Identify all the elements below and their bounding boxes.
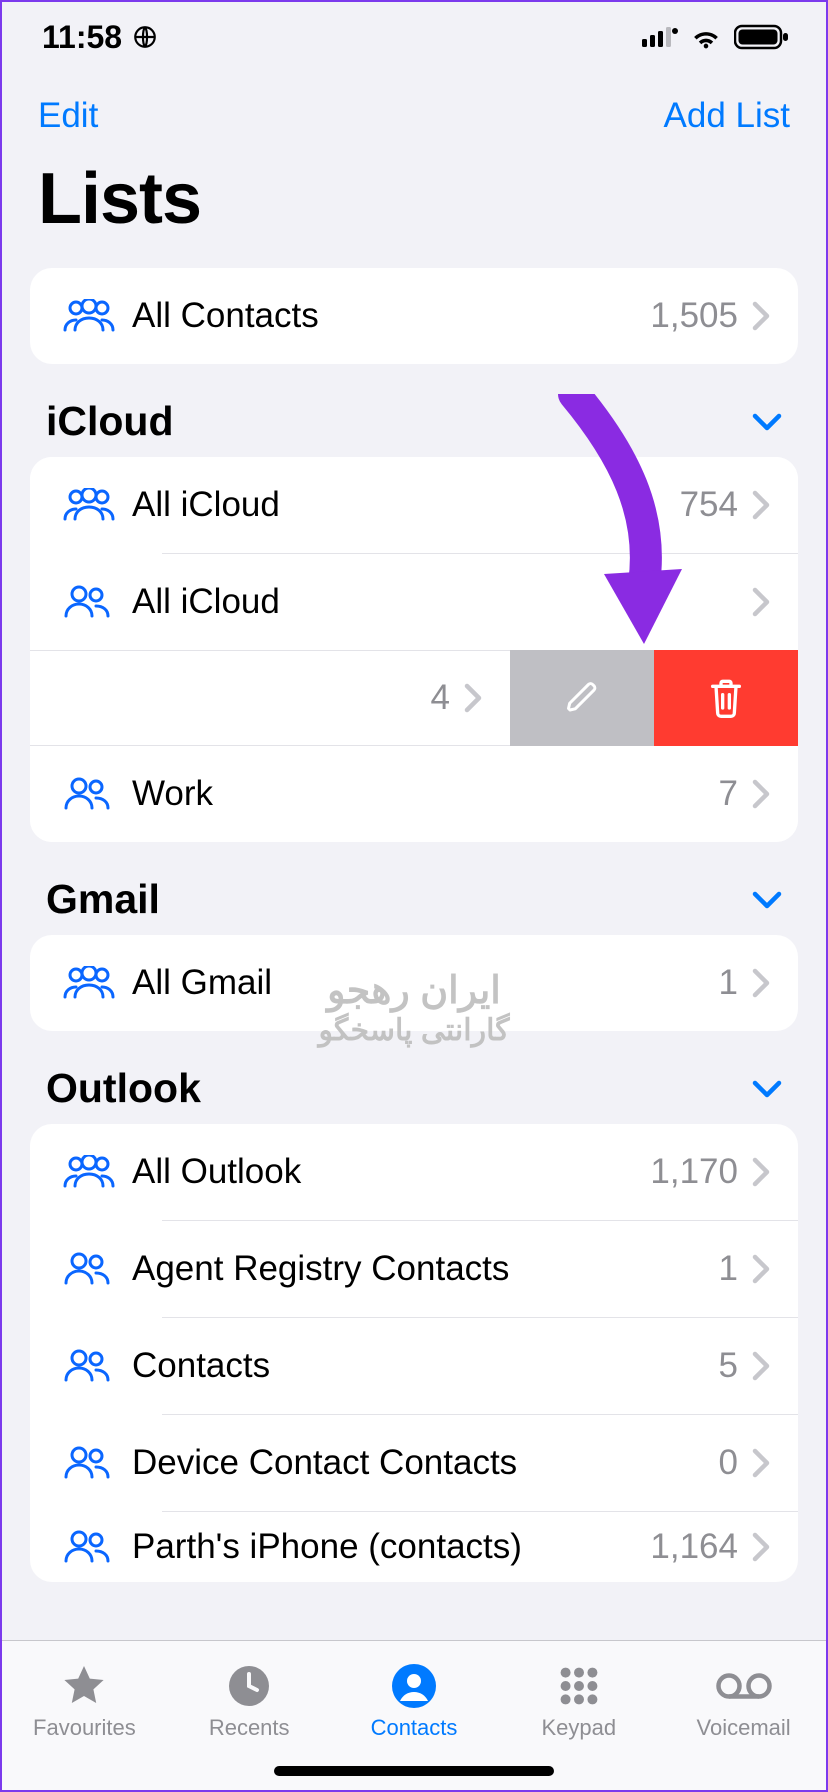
tab-contacts[interactable]: Contacts bbox=[332, 1641, 497, 1760]
tab-label: Contacts bbox=[371, 1715, 458, 1741]
status-bar: 11:58 bbox=[2, 2, 826, 72]
voicemail-icon bbox=[714, 1661, 774, 1711]
swipe-edit-button[interactable] bbox=[510, 650, 654, 746]
row-count: 754 bbox=[680, 485, 738, 525]
battery-icon bbox=[734, 24, 790, 50]
people-2-icon bbox=[62, 1252, 132, 1286]
tab-voicemail[interactable]: Voicemail bbox=[661, 1641, 826, 1760]
row-count: 1 bbox=[719, 1249, 738, 1289]
row-count: 1,164 bbox=[650, 1527, 738, 1567]
list-row-parth-iphone[interactable]: Parth's iPhone (contacts) 1,164 bbox=[30, 1512, 798, 1582]
row-count: 5 bbox=[719, 1346, 738, 1386]
section-header-gmail[interactable]: Gmail bbox=[2, 842, 826, 935]
tab-label: Recents bbox=[209, 1715, 290, 1741]
edit-button[interactable]: Edit bbox=[38, 96, 98, 136]
row-label: Agent Registry Contacts bbox=[132, 1249, 719, 1289]
tab-keypad[interactable]: Keypad bbox=[496, 1641, 661, 1760]
list-row-all-icloud[interactable]: All iCloud 754 bbox=[30, 457, 798, 553]
row-label: Device Contact Contacts bbox=[132, 1443, 719, 1483]
chevron-right-icon bbox=[752, 1532, 770, 1562]
list-row-device-contact[interactable]: Device Contact Contacts 0 bbox=[30, 1415, 798, 1511]
list-row-contacts[interactable]: Contacts 5 bbox=[30, 1318, 798, 1414]
people-2-icon bbox=[62, 1349, 132, 1383]
chevron-down-icon bbox=[752, 1080, 782, 1098]
icloud-card: All iCloud 754 All iCloud bbox=[30, 457, 798, 842]
list-row-all-outlook[interactable]: All Outlook 1,170 bbox=[30, 1124, 798, 1220]
chevron-right-icon bbox=[752, 301, 770, 331]
tab-recents[interactable]: Recents bbox=[167, 1641, 332, 1760]
people-2-icon bbox=[62, 1530, 132, 1564]
list-row-all-icloud-2[interactable]: All iCloud bbox=[30, 554, 798, 650]
section-title: iCloud bbox=[46, 398, 174, 445]
chevron-down-icon bbox=[752, 413, 782, 431]
row-label: Parth's iPhone (contacts) bbox=[132, 1527, 650, 1567]
chevron-right-icon bbox=[752, 490, 770, 520]
tab-label: Voicemail bbox=[697, 1715, 791, 1741]
row-count: 7 bbox=[719, 774, 738, 814]
people-3-icon bbox=[62, 966, 132, 1000]
all-contacts-row[interactable]: All Contacts 1,505 bbox=[30, 268, 798, 364]
list-row-all-gmail[interactable]: All Gmail 1 bbox=[30, 935, 798, 1031]
row-count: 0 bbox=[719, 1443, 738, 1483]
chevron-right-icon bbox=[752, 1254, 770, 1284]
chevron-right-icon bbox=[752, 1157, 770, 1187]
keypad-icon bbox=[556, 1661, 602, 1711]
location-icon bbox=[132, 24, 158, 50]
list-row-swiped[interactable]: 4 bbox=[30, 650, 798, 746]
pencil-icon bbox=[564, 680, 600, 716]
all-contacts-card: All Contacts 1,505 bbox=[30, 268, 798, 364]
chevron-right-icon bbox=[464, 683, 482, 713]
row-label: All Contacts bbox=[132, 296, 650, 336]
chevron-right-icon bbox=[752, 1351, 770, 1381]
row-label: All Gmail bbox=[132, 963, 719, 1003]
section-title: Gmail bbox=[46, 876, 160, 923]
star-icon bbox=[59, 1661, 109, 1711]
add-list-button[interactable]: Add List bbox=[664, 96, 790, 136]
tab-favourites[interactable]: Favourites bbox=[2, 1641, 167, 1760]
row-label: Work bbox=[132, 774, 719, 814]
cellular-icon bbox=[642, 25, 678, 49]
row-label: All Outlook bbox=[132, 1152, 650, 1192]
chevron-right-icon bbox=[752, 968, 770, 998]
home-indicator bbox=[274, 1766, 554, 1776]
people-2-icon bbox=[62, 1446, 132, 1480]
chevron-down-icon bbox=[752, 891, 782, 909]
list-row-work[interactable]: Work 7 bbox=[30, 746, 798, 842]
trash-icon bbox=[706, 676, 746, 720]
section-header-icloud[interactable]: iCloud bbox=[2, 364, 826, 457]
wifi-icon bbox=[690, 25, 722, 49]
list-row-agent-registry[interactable]: Agent Registry Contacts 1 bbox=[30, 1221, 798, 1317]
row-label: All iCloud bbox=[132, 582, 738, 622]
people-2-icon bbox=[62, 585, 132, 619]
outlook-card: All Outlook 1,170 Agent Registry Contact… bbox=[30, 1124, 798, 1582]
gmail-card: All Gmail 1 bbox=[30, 935, 798, 1031]
chevron-right-icon bbox=[752, 1448, 770, 1478]
chevron-right-icon bbox=[752, 587, 770, 617]
page-title: Lists bbox=[2, 146, 826, 268]
row-count: 1,170 bbox=[650, 1152, 738, 1192]
chevron-right-icon bbox=[752, 779, 770, 809]
people-3-icon bbox=[62, 488, 132, 522]
people-3-icon bbox=[62, 299, 132, 333]
row-count: 1,505 bbox=[650, 296, 738, 336]
people-3-icon bbox=[62, 1155, 132, 1189]
tab-label: Keypad bbox=[541, 1715, 616, 1741]
clock-icon bbox=[225, 1661, 273, 1711]
status-time: 11:58 bbox=[42, 19, 122, 56]
row-label: Contacts bbox=[132, 1346, 719, 1386]
row-count: 4 bbox=[431, 678, 450, 718]
section-title: Outlook bbox=[46, 1065, 201, 1112]
tab-label: Favourites bbox=[33, 1715, 136, 1741]
section-header-outlook[interactable]: Outlook bbox=[2, 1031, 826, 1124]
row-count: 1 bbox=[719, 963, 738, 1003]
person-circle-icon bbox=[390, 1661, 438, 1711]
row-label: All iCloud bbox=[132, 485, 680, 525]
people-2-icon bbox=[62, 777, 132, 811]
swipe-delete-button[interactable] bbox=[654, 650, 798, 746]
